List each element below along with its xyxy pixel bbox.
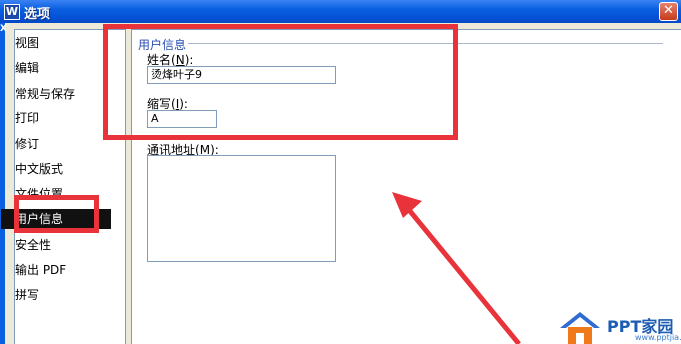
arrow-shaft <box>403 203 521 344</box>
arrow-head <box>392 192 422 218</box>
logo-house-roof <box>560 312 600 328</box>
annotation-arrow <box>392 192 521 344</box>
watermark-url: www.pptjia.com <box>635 333 681 342</box>
logo-house-door <box>576 333 584 344</box>
